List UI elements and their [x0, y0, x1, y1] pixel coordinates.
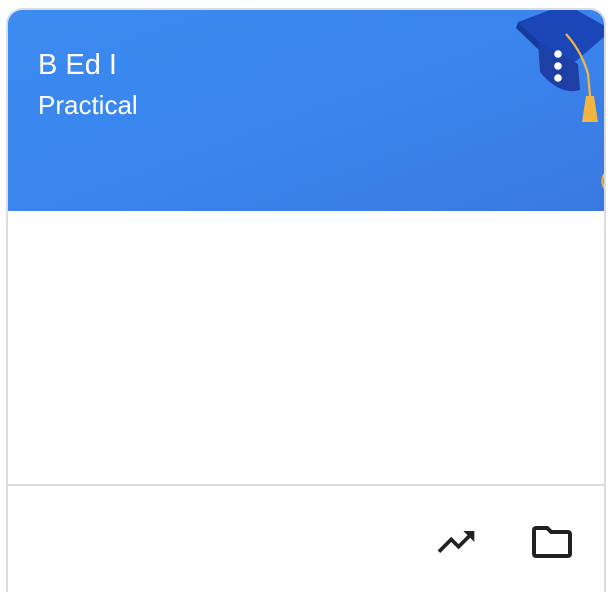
- card-body: [8, 211, 604, 484]
- class-folder-button[interactable]: [528, 518, 576, 566]
- card-footer: [8, 486, 604, 592]
- class-title: B Ed I: [38, 49, 117, 81]
- class-card: B Ed I Practical: [6, 8, 606, 592]
- more-options-button[interactable]: [540, 44, 576, 88]
- class-title-link[interactable]: B Ed I Practical: [38, 46, 138, 122]
- gradebook-button[interactable]: [432, 518, 480, 566]
- card-header: B Ed I Practical: [8, 10, 604, 211]
- trending-up-icon: [437, 531, 475, 553]
- class-section: Practical: [38, 90, 138, 120]
- more-vert-icon: [554, 50, 562, 82]
- graduation-cap-icon: [516, 10, 604, 190]
- folder-icon: [532, 526, 572, 558]
